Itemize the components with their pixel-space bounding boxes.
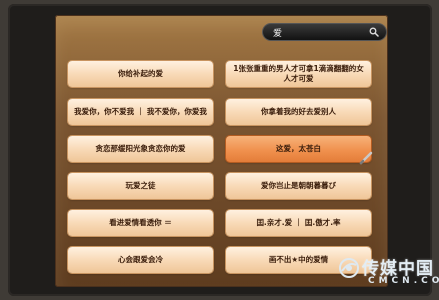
watermark-domain: CMCN.COM (368, 276, 439, 286)
tag-button[interactable]: 看进爱情看透你 ＝ (68, 210, 213, 236)
tag-button[interactable]: 你拿着我的好去爱别人 (226, 99, 371, 125)
watermark: 传媒中国 CMCN.COM (338, 254, 439, 292)
tag-button[interactable]: 玩爱之徒 (68, 173, 213, 199)
tag-button[interactable]: 1张张重重的男人才可拿1滴滴翻翻的女人才可爱 (226, 61, 371, 87)
tag-button[interactable]: 囯.亲才.爱 ｜ 囯.傲才.率 (226, 210, 371, 236)
tag-button[interactable]: 我爱你，你不爱我 ｜ 我不爱你，你爱我 (68, 99, 213, 125)
watermark-logo-icon (339, 258, 359, 278)
search-icon[interactable] (368, 26, 380, 38)
tag-button[interactable]: 心会跟爱会冷 (68, 247, 213, 273)
search-input[interactable] (273, 27, 368, 37)
search-box[interactable] (262, 23, 387, 41)
pencil-icon (359, 150, 373, 165)
tag-button-selected[interactable]: 这爱，太苍白 (226, 136, 371, 162)
tag-button[interactable]: 贪恋那缓阳光象贪恋你的爱 (68, 136, 213, 162)
tag-button[interactable]: 爱你岂止是朝朝暮暮び (226, 173, 371, 199)
tag-button[interactable]: 你给补起的爱 (68, 61, 213, 87)
